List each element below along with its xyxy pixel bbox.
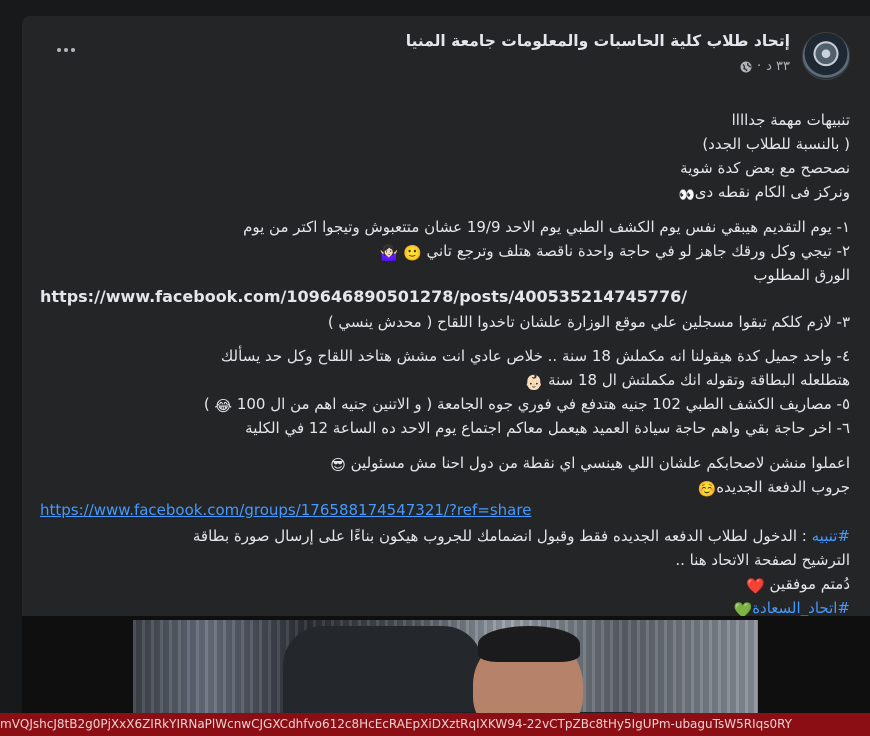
page-name[interactable]: إتحاد طلاب كلية الحاسبات والمعلومات جامع…: [406, 32, 790, 50]
text-span: اعملوا منشن لاصحابكم علشان اللي هينسي اي…: [350, 454, 850, 472]
text-span: : الدخول لطلاب الدفعه الجديده فقط وقبول …: [192, 527, 812, 545]
text-line: ( بالنسبة للطلاب الجدد): [702, 135, 850, 153]
blush-emoji-icon: ☺️: [697, 480, 717, 498]
more-dots-icon: [57, 48, 61, 52]
text-span: ٢- تيجي وكل ورقك جاهز لو في حاجة واحدة ن…: [426, 242, 851, 260]
page-avatar[interactable]: [802, 32, 850, 80]
encoded-string-bar: mVQJshcJ8tB2g0PjXxX6ZIRkYIRNaPlWcnwCJGXC…: [0, 713, 870, 736]
closing-paren: ): [203, 395, 210, 413]
hashtag-link[interactable]: #اتحاد_السعادة: [752, 599, 850, 617]
hashtag-link[interactable]: #تنبيه: [812, 527, 850, 545]
globe-icon: [740, 61, 752, 72]
text-line: جروب الدفعة الجديده☺️: [698, 475, 850, 501]
text-span: هتطلعله البطاقة وتقوله انك مكملتش ال 18 …: [548, 371, 850, 389]
smile-emoji-icon: 🙂: [403, 244, 422, 262]
posts-link[interactable]: https://www.facebook.com/109646890501278…: [40, 285, 687, 309]
post-time[interactable]: ٣٣ د: [766, 59, 790, 74]
post-meta: ٣٣ د ·: [740, 59, 790, 74]
post-text: تنبيهات مهمة جداااا ( بالنسبة للطلاب الج…: [22, 92, 870, 619]
post-card: إتحاد طلاب كلية الحاسبات والمعلومات جامع…: [22, 16, 870, 736]
text-line: ٣- لازم كلكم تبقوا مسجلين علي موقع الوزا…: [327, 313, 850, 331]
post-header: إتحاد طلاب كلية الحاسبات والمعلومات جامع…: [22, 16, 870, 92]
text-line: اعملوا منشن لاصحابكم علشان اللي هينسي اي…: [330, 451, 850, 477]
text-span: ونركز فى الكام نقطه دى: [694, 183, 850, 201]
text-span: جروب الدفعة الجديده: [716, 478, 850, 496]
text-line: دُمتم موفقين ❤️: [746, 572, 850, 598]
text-span: ٥- مصاريف الكشف الطبي 102 جنيه هتدفع في …: [236, 395, 850, 413]
text-line: الورق المطلوب: [753, 266, 850, 284]
text-line: ٤- واحد جميل كدة هيقولنا انه مكملش 18 سن…: [220, 347, 850, 365]
text-line: ١- يوم التقديم هيبقي نفس يوم الكشف الطبي…: [243, 218, 850, 236]
text-line: ٢- تيجي وكل ورقك جاهز لو في حاجة واحدة ن…: [380, 239, 850, 265]
text-line: ٦- اخر حاجة بقي واهم حاجة سيادة العميد ه…: [245, 419, 850, 437]
more-options-button[interactable]: [52, 40, 80, 60]
heart-emoji-icon: ❤️: [746, 577, 765, 595]
text-line: نصحصح مع بعض كدة شوية: [680, 159, 850, 177]
text-line: ونركز فى الكام نقطه دى👀: [679, 180, 850, 208]
text-line: الترشيح لصفحة الاتحاد هنا ..: [675, 551, 850, 569]
laugh-emoji-icon: 😂: [214, 397, 233, 415]
text-span: دُمتم موفقين: [769, 575, 850, 593]
text-line: تنبيهات مهمة جداااا: [731, 111, 850, 129]
text-line: هتطلعله البطاقة وتقوله انك مكملتش ال 18 …: [525, 368, 850, 394]
shrug-emoji-icon: 🤷🏻‍♀️: [379, 244, 399, 262]
baby-emoji-icon: 👶🏻: [524, 373, 544, 391]
text-line: ٥- مصاريف الكشف الطبي 102 جنيه هتدفع في …: [204, 392, 850, 418]
sunglasses-emoji-icon: 😎: [330, 456, 346, 474]
eyes-emoji-icon: 👀: [678, 188, 695, 203]
group-link[interactable]: https://www.facebook.com/groups/17658817…: [40, 498, 531, 522]
text-line: #تنبيه : الدخول لطلاب الدفعه الجديده فقط…: [193, 524, 850, 548]
dot-separator: ·: [756, 59, 762, 74]
